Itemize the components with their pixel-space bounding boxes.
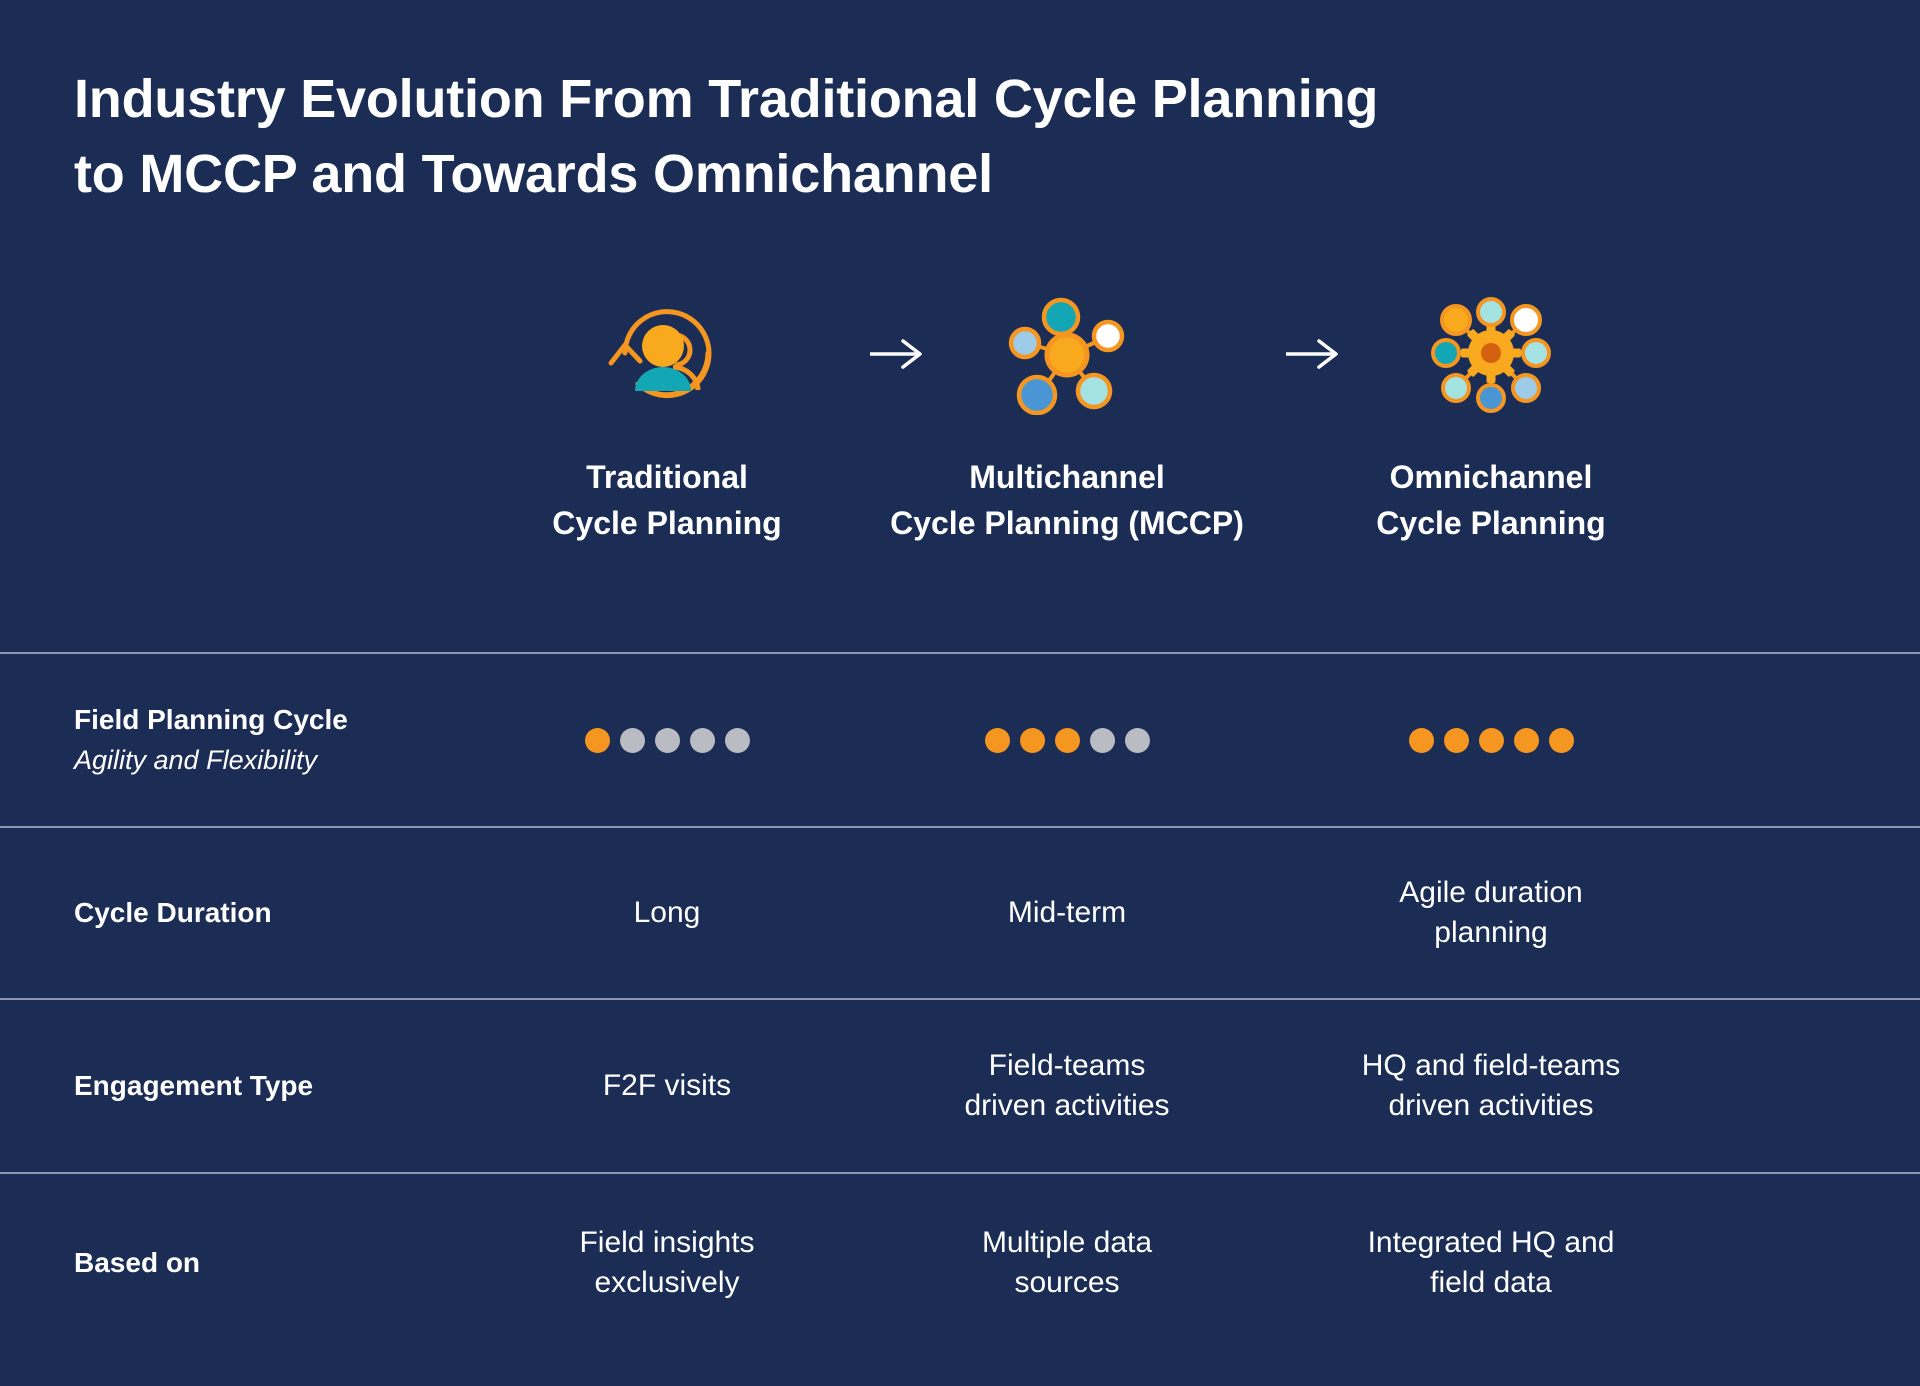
- value-cell-traditional: Field insights exclusively: [579, 1226, 755, 1299]
- table-row: Cycle Duration Long Mid-term Agile durat…: [0, 828, 1920, 998]
- rating-dots: [1276, 727, 1706, 753]
- value-cell-multichannel: Field-teams driven activities: [964, 1049, 1170, 1122]
- omnichannel-gear-hub-icon: [1425, 290, 1557, 416]
- table-row: Based on Field insights exclusively Mult…: [0, 1174, 1920, 1352]
- row-label-main: Field Planning Cycle: [74, 704, 348, 736]
- dot-filled: [1513, 727, 1539, 753]
- dot-filled: [1443, 727, 1469, 753]
- row-label-main: Cycle Duration: [74, 896, 272, 928]
- page-title: Industry Evolution From Traditional Cycl…: [74, 69, 1379, 204]
- row-label-field-planning-cycle: Field Planning Cycle Agility and Flexibi…: [74, 702, 444, 777]
- value-cell-omnichannel: HQ and field-teams driven activities: [1361, 1049, 1621, 1122]
- value-cell-multichannel: Multiple data sources: [981, 1226, 1153, 1299]
- person-cycle-icon: [605, 290, 729, 416]
- dot-empty: [1124, 727, 1150, 753]
- value-cell-traditional: Long: [633, 896, 701, 930]
- dot-empty: [724, 727, 750, 753]
- table-row: Engagement Type F2F visits Field-teams d…: [0, 1000, 1920, 1172]
- column-multichannel: Multichannel Cycle Planning (MCCP): [852, 290, 1282, 547]
- value-cell-traditional: F2F visits: [602, 1069, 732, 1103]
- rating-cell-traditional: [452, 688, 882, 793]
- dot-filled: [1478, 727, 1504, 753]
- rating-dots: [452, 727, 882, 753]
- row-label-main: Engagement Type: [74, 1069, 314, 1101]
- rating-dots: [852, 727, 1282, 753]
- column-label-multichannel: Multichannel Cycle Planning (MCCP): [890, 459, 1244, 542]
- dot-filled: [1408, 727, 1434, 753]
- dot-filled: [1019, 727, 1045, 753]
- row-label-based-on: Based on: [74, 1245, 444, 1281]
- column-omnichannel: Omnichannel Cycle Planning: [1276, 290, 1706, 547]
- column-label-omnichannel: Omnichannel Cycle Planning: [1376, 459, 1606, 542]
- multichannel-hub-icon: [1005, 290, 1129, 416]
- column-label-traditional: Traditional Cycle Planning: [552, 459, 782, 542]
- comparison-table: Field Planning Cycle Agility and Flexibi…: [0, 652, 1920, 1352]
- column-header-band: Traditional Cycle Planning Multichannel …: [0, 290, 1920, 652]
- dot-empty: [1089, 727, 1115, 753]
- dot-empty: [619, 727, 645, 753]
- value-cell-omnichannel: Agile duration planning: [1399, 876, 1583, 949]
- rating-cell-omnichannel: [1276, 688, 1706, 793]
- dot-filled: [584, 727, 610, 753]
- row-label-engagement-type: Engagement Type: [74, 1068, 444, 1104]
- dot-filled: [1548, 727, 1574, 753]
- row-label-main: Based on: [74, 1246, 201, 1278]
- row-label-sub: Agility and Flexibility: [74, 744, 318, 775]
- rating-cell-multichannel: [852, 688, 1282, 793]
- column-traditional: Traditional Cycle Planning: [452, 290, 882, 547]
- dot-empty: [654, 727, 680, 753]
- value-cell-omnichannel: Integrated HQ and field data: [1367, 1226, 1615, 1299]
- dot-filled: [1054, 727, 1080, 753]
- dot-empty: [689, 727, 715, 753]
- row-label-cycle-duration: Cycle Duration: [74, 895, 444, 931]
- dot-filled: [984, 727, 1010, 753]
- infographic-page: Industry Evolution From Traditional Cycl…: [0, 0, 1920, 1386]
- table-row: Field Planning Cycle Agility and Flexibi…: [0, 654, 1920, 826]
- value-cell-multichannel: Mid-term: [1007, 896, 1127, 930]
